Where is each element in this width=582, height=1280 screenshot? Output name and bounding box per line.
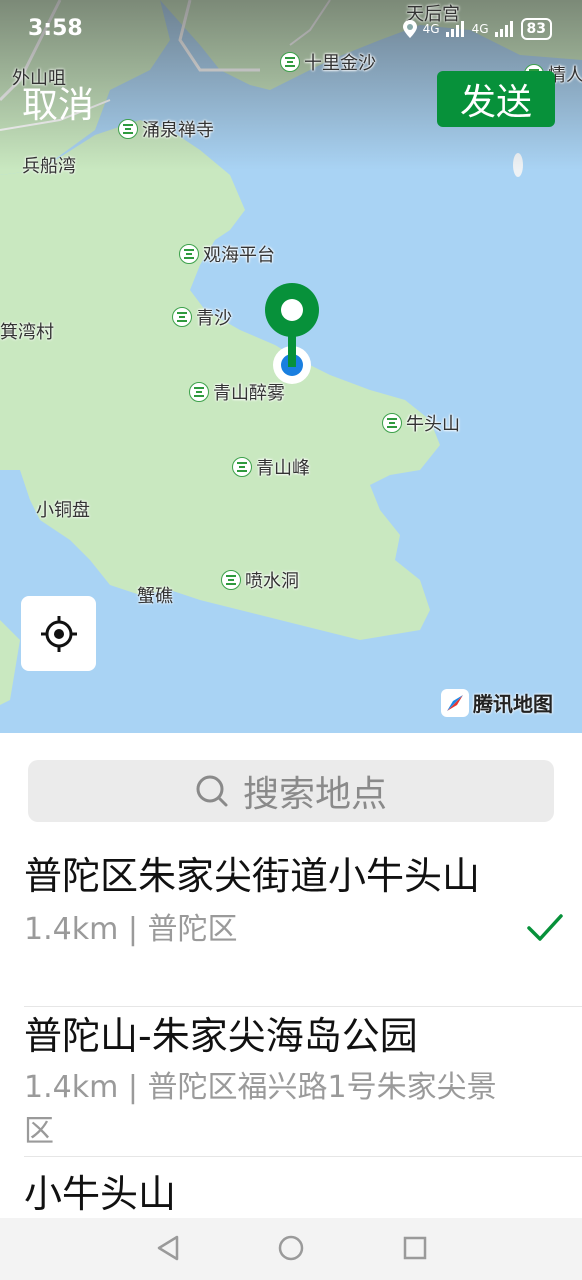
result-item[interactable]: 普陀区朱家尖街道小牛头山 1.4km | 普陀区 bbox=[0, 852, 582, 952]
status-icons: 4G 4G 83 bbox=[402, 18, 552, 40]
map-view[interactable]: 天后宫 外山咀 兵船湾 箕湾村 小铜盘 蟹礁 十里金沙 涌泉禅寺 观海平台 青沙… bbox=[0, 0, 582, 733]
scenic-spot-icon bbox=[179, 244, 199, 264]
checkmark-icon bbox=[527, 914, 563, 941]
tencent-map-logo bbox=[441, 688, 469, 717]
poi-label: 喷水洞 bbox=[245, 571, 299, 592]
status-time: 3:58 bbox=[28, 16, 83, 41]
result-item[interactable]: 小牛头山 bbox=[0, 1170, 582, 1218]
poi-marker[interactable]: 涌泉禅寺 bbox=[118, 116, 214, 142]
map-watermark: 腾讯地图 bbox=[441, 688, 553, 717]
status-bar: 3:58 4G 4G 83 bbox=[0, 0, 582, 58]
result-subtitle: 1.4km | 普陀区福兴路1号朱家尖景区 bbox=[24, 1070, 497, 1149]
result-item[interactable]: 普陀山-朱家尖海岛公园 1.4km | 普陀区福兴路1号朱家尖景区 bbox=[0, 1012, 582, 1154]
place-label: 蟹礁 bbox=[137, 586, 173, 607]
poi-label: 青沙 bbox=[196, 308, 232, 329]
divider bbox=[24, 1006, 582, 1007]
poi-marker[interactable]: 观海平台 bbox=[179, 241, 275, 267]
watermark-text: 腾讯地图 bbox=[473, 692, 553, 716]
search-icon bbox=[196, 775, 228, 807]
network-label: 4G bbox=[422, 22, 440, 36]
network-label: 4G bbox=[471, 22, 489, 36]
cancel-button[interactable]: 取消 bbox=[22, 76, 94, 128]
poi-marker[interactable]: 青沙 bbox=[172, 304, 232, 330]
result-subtitle: 1.4km | 普陀区 bbox=[24, 912, 238, 947]
result-title: 小牛头山 bbox=[24, 1172, 177, 1216]
battery-indicator: 83 bbox=[520, 18, 552, 40]
back-icon[interactable] bbox=[155, 1234, 181, 1262]
recents-icon[interactable] bbox=[402, 1234, 428, 1262]
send-button[interactable]: 发送 bbox=[437, 71, 555, 127]
scenic-spot-icon bbox=[118, 119, 138, 139]
location-icon bbox=[402, 20, 417, 38]
scenic-spot-icon bbox=[189, 382, 209, 402]
signal-icon bbox=[494, 21, 513, 37]
divider bbox=[24, 1156, 582, 1157]
result-title: 普陀区朱家尖街道小牛头山 bbox=[24, 854, 481, 898]
locate-button[interactable] bbox=[21, 596, 96, 671]
map-pin-icon[interactable] bbox=[262, 283, 322, 388]
search-placeholder: 搜索地点 bbox=[242, 774, 387, 815]
scenic-spot-icon bbox=[232, 457, 252, 477]
home-icon[interactable] bbox=[277, 1234, 305, 1262]
place-label: 兵船湾 bbox=[22, 156, 76, 177]
compass-icon bbox=[447, 694, 463, 711]
system-nav-bar bbox=[0, 1218, 582, 1280]
crosshair-icon bbox=[40, 615, 77, 652]
search-input[interactable]: 搜索地点 bbox=[28, 760, 554, 822]
place-label: 小铜盘 bbox=[36, 500, 90, 521]
poi-marker[interactable]: 喷水洞 bbox=[221, 567, 299, 593]
poi-label: 牛头山 bbox=[406, 414, 460, 435]
result-title: 普陀山-朱家尖海岛公园 bbox=[24, 1014, 418, 1058]
poi-label: 青山峰 bbox=[256, 458, 310, 479]
scenic-spot-icon bbox=[172, 307, 192, 327]
signal-icon bbox=[445, 21, 464, 37]
place-label: 箕湾村 bbox=[0, 322, 54, 343]
poi-label: 涌泉禅寺 bbox=[142, 120, 214, 141]
scenic-spot-icon bbox=[221, 570, 241, 590]
poi-marker[interactable]: 牛头山 bbox=[382, 410, 460, 436]
scenic-spot-icon bbox=[382, 413, 402, 433]
poi-label: 观海平台 bbox=[203, 245, 275, 266]
poi-marker[interactable]: 青山峰 bbox=[232, 454, 310, 480]
